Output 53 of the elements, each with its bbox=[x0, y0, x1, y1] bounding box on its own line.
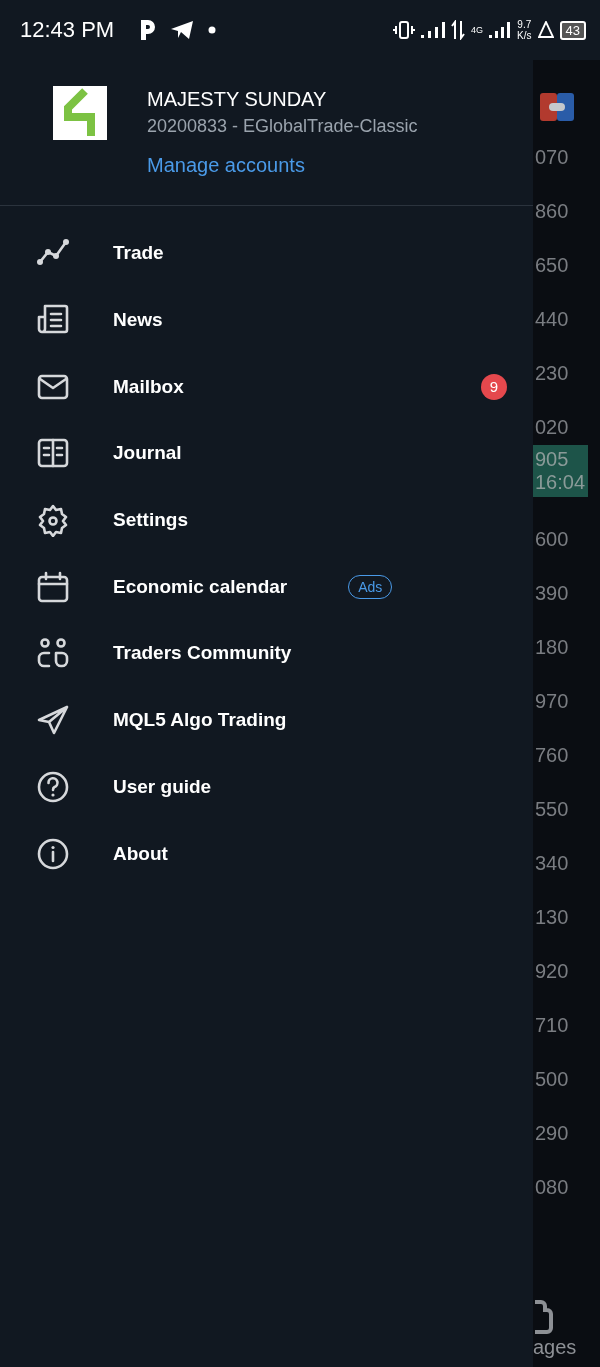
menu-item[interactable]: News bbox=[113, 309, 163, 332]
price-label: 970 bbox=[534, 689, 570, 714]
price-label: 230 bbox=[534, 361, 570, 386]
menu-item[interactable]: Settings bbox=[113, 509, 188, 532]
price-label: 650 bbox=[534, 253, 570, 278]
menu-item[interactable]: Mailbox bbox=[113, 375, 184, 398]
paper-plane-icon bbox=[170, 20, 195, 40]
menu-item[interactable]: Journal bbox=[113, 442, 182, 465]
toggle-icon[interactable] bbox=[540, 93, 574, 121]
account-name: MAJESTY SUNDAY bbox=[147, 87, 328, 112]
price-label: 600 bbox=[534, 527, 570, 552]
nav-label[interactable]: ages bbox=[533, 1336, 600, 1359]
price-label: 710 bbox=[534, 1013, 570, 1038]
battery-icon: 43 bbox=[559, 20, 586, 40]
price-label: 180 bbox=[534, 635, 570, 660]
price-label: 550 bbox=[534, 797, 570, 822]
signal-icon bbox=[421, 22, 446, 38]
price-label: 920 bbox=[534, 959, 570, 984]
calendar-icon bbox=[36, 569, 70, 604]
menu-item[interactable]: Traders Community bbox=[113, 642, 292, 665]
signal-icon bbox=[489, 22, 512, 38]
settings-icon bbox=[36, 503, 70, 538]
help-icon bbox=[36, 769, 70, 804]
price-label: 020 bbox=[534, 415, 570, 440]
price-label: 500 bbox=[534, 1067, 570, 1092]
vibrate-icon bbox=[393, 21, 416, 39]
speed-value: 9.7 bbox=[517, 19, 532, 30]
price-label: 760 bbox=[534, 743, 570, 768]
account-details: 20200833 - EGlobalTrade-Classic bbox=[147, 115, 418, 138]
price-label: 080 bbox=[534, 1175, 570, 1200]
price-label: 860 bbox=[534, 199, 570, 224]
p-app-icon bbox=[140, 20, 157, 40]
info-icon bbox=[36, 836, 70, 871]
menu-item[interactable]: MQL5 Algo Trading bbox=[113, 709, 287, 732]
data-arrows-icon bbox=[451, 20, 466, 40]
speed-unit: K/s bbox=[517, 30, 532, 41]
clock: 12:43 PM bbox=[20, 17, 115, 43]
unread-count-badge: 9 bbox=[481, 373, 507, 400]
network-type: 4G bbox=[471, 25, 484, 35]
flask-alert-icon bbox=[537, 21, 554, 39]
menu-item[interactable]: User guide bbox=[113, 775, 212, 798]
dot-icon bbox=[208, 26, 217, 34]
manage-accounts-link[interactable]: Manage accounts bbox=[147, 152, 305, 178]
price-label: 130 bbox=[534, 905, 570, 930]
current-price-marker: 905 16:04 bbox=[533, 445, 588, 497]
price-label: 440 bbox=[534, 307, 570, 332]
price-label: 340 bbox=[534, 851, 570, 876]
price-label: 290 bbox=[534, 1121, 570, 1146]
menu-item[interactable]: About bbox=[113, 842, 168, 865]
price-label: 070 bbox=[534, 145, 570, 170]
menu-item[interactable]: Trade bbox=[113, 242, 164, 265]
price-label: 390 bbox=[534, 581, 570, 606]
menu-item[interactable]: Economic calendar bbox=[113, 575, 288, 598]
